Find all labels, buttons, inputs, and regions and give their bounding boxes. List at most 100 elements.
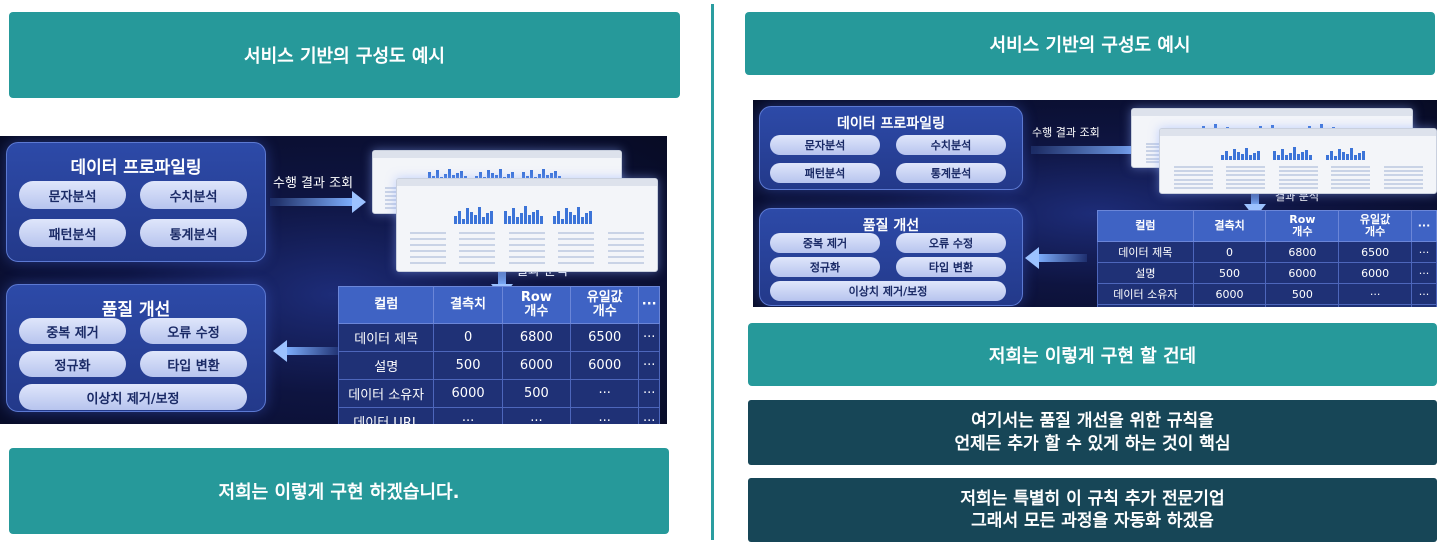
screenshot-toolbar [397, 179, 657, 186]
column-stats-table: 컬럼 결측치 Row 개수 유일값 개수 ··· 데이터 제목 0 6800 6500 ··· 설명… [337, 286, 660, 424]
table-header-cell: 유일값 개수 [1338, 210, 1412, 242]
table-header-cell: 컬럼 [337, 286, 435, 324]
screenshot-table-cell [1384, 174, 1423, 176]
table-value-cell: 6000 [570, 351, 640, 380]
table-value-cell: ··· [1192, 304, 1267, 307]
table-value-cell: 0 [433, 323, 503, 352]
table-column-name-cell: 데이터 소유자 [1097, 283, 1194, 305]
left-footer-text: 저희는 이렇게 구현 하겠습니다. [218, 482, 460, 503]
table-header-cell: 유일값 개수 [570, 286, 640, 324]
screenshot-table-cell [1384, 170, 1423, 172]
table-row: 설명 500 6000 6000 ··· [1097, 262, 1437, 284]
screenshot-table-cell [558, 232, 594, 234]
table-value-cell: ··· [1411, 283, 1437, 305]
table-value-cell: 6800 [1265, 241, 1340, 263]
quality-panel: 품질 개선 중복 제거 오류 수정 정규화 타입 변환 이상치 제거/보정 [759, 208, 1023, 306]
table-value-cell: ··· [570, 407, 640, 424]
table-row: 데이터 URL············ [1097, 304, 1437, 307]
screenshot-table-cell [410, 232, 446, 234]
screenshot-table-cell [558, 262, 594, 264]
screenshot-table-cell [459, 232, 495, 234]
screenshot-table-cell [1174, 187, 1213, 189]
screenshot-table-cell [1174, 166, 1213, 168]
table-value-cell: ··· [1411, 262, 1437, 284]
screenshot-table-cell [1331, 174, 1370, 176]
screenshot-table-cell [1279, 179, 1318, 181]
screenshot-table-cell [1226, 179, 1265, 181]
screenshot-table-cell [509, 262, 545, 264]
table-value-cell: 6000 [501, 351, 572, 380]
screenshot-table-cell [608, 232, 644, 234]
screenshot-table-cell [1174, 174, 1213, 176]
pattern-analysis-pill: 패턴분석 [770, 163, 880, 183]
table-value-cell: ··· [501, 407, 572, 424]
screenshot-table-cell [1174, 170, 1213, 172]
numeric-analysis-pill: 수치분석 [896, 135, 1006, 155]
table-value-cell: ··· [638, 323, 660, 352]
pattern-analysis-pill: 패턴분석 [19, 219, 126, 247]
screenshot-toolbar [373, 151, 621, 158]
right-implementation-banner: 저희는 이렇게 구현 할 건데 [748, 323, 1437, 386]
table-value-cell: ··· [1265, 304, 1340, 307]
table-value-cell: 500 [501, 379, 572, 408]
query-arrow-label: 수행 결과 조회 [1032, 126, 1100, 139]
screenshot-table-cell [558, 250, 594, 252]
core-point-line1: 여기서는 품질 개선을 위한 규칙을 [971, 411, 1214, 432]
screenshot-table-cell [1279, 187, 1318, 189]
screenshot-table-cell [410, 262, 446, 264]
screenshot-table-cell [1384, 166, 1423, 168]
screenshot-table-cell [1331, 183, 1370, 185]
screenshot-table-cell [558, 244, 594, 246]
screenshot-table-cell [1279, 174, 1318, 176]
table-value-cell: ··· [433, 407, 503, 424]
table-row: 설명 500 6000 6000 ··· [337, 351, 660, 380]
profiling-screenshot-thumbnail [1159, 128, 1437, 194]
screenshot-table-cell [410, 250, 446, 252]
table-column-name-cell: 데이터 소유자 [337, 379, 435, 408]
table-column-name-cell: 데이터 제목 [1097, 241, 1194, 263]
table-row: 데이터 제목 0 6800 6500 ··· [1097, 241, 1437, 263]
right-architecture-diagram: 데이터 프로파일링 문자분석 수치분석 패턴분석 통계분석 품질 개선 중복 제거 오류 수정… [753, 100, 1437, 307]
statistics-analysis-pill: 통계분석 [140, 219, 247, 247]
profiling-panel: 데이터 프로파일링 문자분석 수치분석 패턴분석 통계분석 [759, 106, 1023, 190]
screenshot-table-cell [1279, 166, 1318, 168]
table-value-cell: 6000 [1265, 262, 1340, 284]
table-value-cell: 500 [1265, 283, 1340, 305]
table-header-cell: ··· [638, 286, 660, 324]
screenshot-table-cell [608, 262, 644, 264]
screenshot-table-cell [459, 244, 495, 246]
table-value-cell: ··· [638, 351, 660, 380]
table-header-cell: 컬럼 [1097, 210, 1194, 242]
screenshot-table-cell [1226, 183, 1265, 185]
screenshot-table-cell [1174, 179, 1213, 181]
screenshot-toolbar [1132, 109, 1412, 116]
screenshot-histogram [553, 196, 592, 224]
screenshot-table-cell [509, 250, 545, 252]
table-value-cell: 6500 [570, 323, 640, 352]
dedupe-pill: 중복 제거 [770, 233, 880, 253]
screenshot-histogram [504, 196, 543, 224]
table-value-cell: ··· [1411, 241, 1437, 263]
screenshot-table-cell [1174, 183, 1213, 185]
table-value-cell: ··· [1338, 304, 1412, 307]
right-core-point-box: 여기서는 품질 개선을 위한 규칙을 언제든 추가 할 수 있게 하는 것이 핵… [748, 400, 1437, 465]
screenshot-histogram [454, 196, 493, 224]
specialty-line2: 그래서 모든 과정을 자동화 하겠음 [971, 511, 1214, 531]
profiling-panel-title: 데이터 프로파일링 [70, 158, 202, 178]
table-value-cell: 6500 [1338, 241, 1412, 263]
profiling-screenshot-thumbnail [396, 178, 658, 272]
text-analysis-pill: 문자분석 [19, 181, 126, 209]
error-fix-pill: 오류 수정 [140, 318, 247, 344]
screenshot-histogram [1221, 141, 1260, 160]
table-value-cell: 500 [1192, 262, 1267, 284]
table-header-cell: 결측치 [1192, 210, 1267, 242]
screenshot-table-cell [1384, 183, 1423, 185]
screenshot-table-cell [459, 250, 495, 252]
table-row: 데이터 제목 0 6800 6500 ··· [337, 323, 660, 352]
screenshot-table-cell [509, 232, 545, 234]
right-title-banner: 서비스 기반의 구성도 예시 [745, 12, 1435, 75]
screenshot-table-cell [558, 256, 594, 258]
screenshot-histogram [1273, 141, 1312, 160]
table-value-cell: 6800 [501, 323, 572, 352]
left-title-banner: 서비스 기반의 구성도 예시 [9, 12, 680, 98]
